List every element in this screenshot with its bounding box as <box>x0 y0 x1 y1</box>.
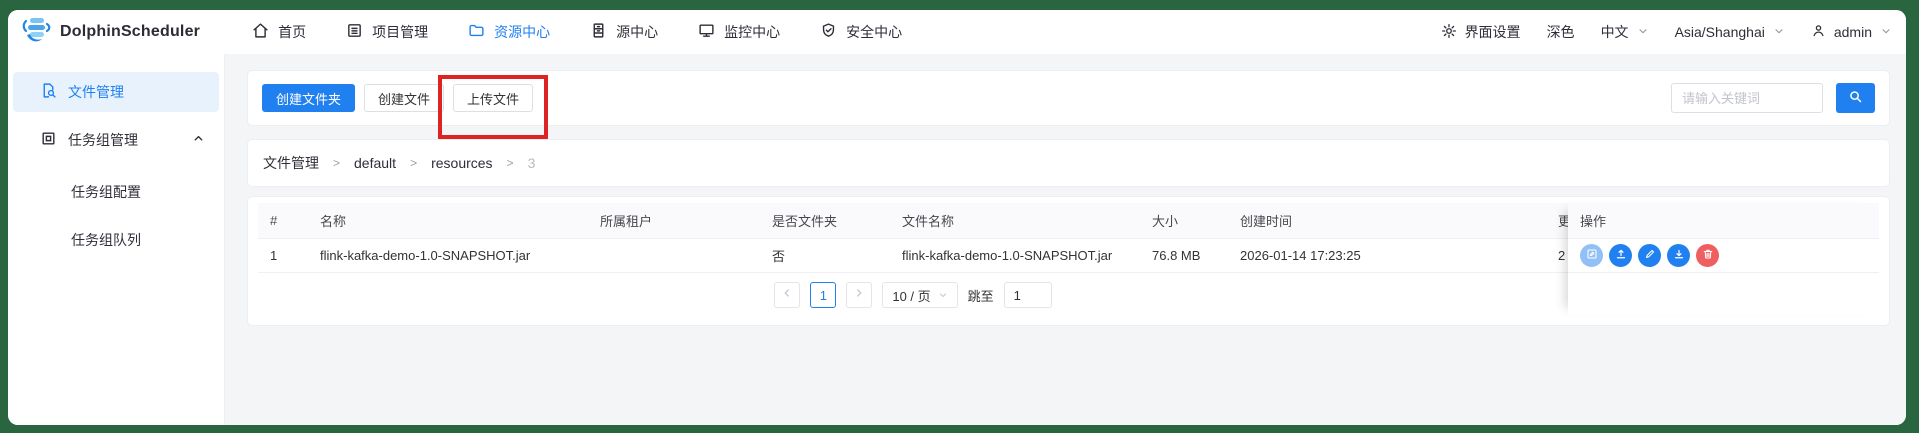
trash-icon <box>1702 248 1714 263</box>
breadcrumb-item-resources[interactable]: resources <box>431 155 492 171</box>
cell-is-folder: 否 <box>772 249 786 264</box>
ui-settings-button[interactable]: 界面设置 <box>1441 22 1521 42</box>
file-table-card: # 名称 所属租户 是否文件夹 文件名称 大小 创建时间 更 1 flink-k… <box>247 196 1890 326</box>
jump-to-input[interactable] <box>1003 282 1052 308</box>
table-row[interactable]: 1 flink-kafka-demo-1.0-SNAPSHOT.jar 否 fl… <box>258 239 1568 273</box>
cell-update-time-clipped: 2 <box>1558 248 1566 263</box>
pagination: 1 10 / 页 跳至 1 <box>258 275 1568 315</box>
col-header-name: 名称 <box>320 214 347 229</box>
nav-item-project[interactable]: 项目管理 <box>346 22 428 42</box>
cell-index: 1 <box>270 248 278 263</box>
brand[interactable]: DolphinScheduler <box>22 15 200 50</box>
delete-file-button[interactable] <box>1696 244 1719 267</box>
nav-right: 界面设置 深色 中文 Asia/Shanghai admin <box>1441 22 1892 42</box>
brand-name: DolphinScheduler <box>60 23 201 40</box>
content-area: 创建文件夹 创建文件 上传文件 请输入关键词 文件管理 > default > … <box>225 54 1906 425</box>
upload-icon <box>1615 248 1627 263</box>
sidebar-item-task-group-queue[interactable]: 任务组队列 <box>8 216 224 264</box>
nav-item-security[interactable]: 安全中心 <box>820 22 902 42</box>
gear-icon <box>1441 23 1457 42</box>
create-folder-button[interactable]: 创建文件夹 <box>262 84 356 112</box>
project-icon <box>346 22 363 42</box>
nav-item-datasource[interactable]: 源中心 <box>590 22 658 42</box>
reupload-file-button[interactable] <box>1609 244 1632 267</box>
breadcrumb-item-default[interactable]: default <box>354 155 396 171</box>
folder-icon <box>468 22 485 42</box>
shield-check-icon <box>820 22 837 42</box>
pencil-icon <box>1644 248 1656 263</box>
chevron-left-icon <box>781 286 793 304</box>
sidebar: 文件管理 任务组管理 任务组配置 任务组队列 <box>8 54 225 425</box>
nav-menu: 首页 项目管理 资源中心 源中心 监控中心 安全中心 <box>252 22 902 42</box>
toolbar-card: 创建文件夹 创建文件 上传文件 <box>247 70 1890 139</box>
col-header-update-time-clipped: 更 <box>1558 214 1568 229</box>
datasource-icon <box>590 22 607 42</box>
nav-item-resources[interactable]: 资源中心 <box>468 22 550 42</box>
breadcrumb-item-current: 3 <box>527 155 536 171</box>
chevron-up-icon <box>192 132 205 148</box>
breadcrumb-separator: > <box>333 156 341 170</box>
chevron-down-icon <box>1773 24 1785 40</box>
cell-size: 76.8 MB <box>1152 248 1201 263</box>
dolphinscheduler-logo-icon <box>22 15 52 50</box>
breadcrumb-item-root[interactable]: 文件管理 <box>263 153 319 173</box>
chevron-right-icon <box>853 286 865 304</box>
chevron-down-icon <box>938 288 948 303</box>
col-header-size: 大小 <box>1152 214 1179 229</box>
col-header-tenant: 所属租户 <box>600 214 653 229</box>
edit-file-button[interactable] <box>1580 244 1603 267</box>
user-dropdown[interactable]: admin <box>1811 23 1892 41</box>
nav-item-home[interactable]: 首页 <box>252 22 306 42</box>
cell-file-name: flink-kafka-demo-1.0-SNAPSHOT.jar <box>902 248 1113 263</box>
next-page-button[interactable] <box>846 282 873 308</box>
upload-file-button[interactable]: 上传文件 <box>453 84 534 112</box>
page-number-button[interactable]: 1 <box>810 282 837 308</box>
col-header-file-name: 文件名称 <box>902 214 955 229</box>
breadcrumb-separator: > <box>506 156 514 170</box>
col-header-index: # <box>270 213 278 228</box>
table-header-row: # 名称 所属租户 是否文件夹 文件名称 大小 创建时间 更 <box>258 203 1568 239</box>
nav-item-monitor[interactable]: 监控中心 <box>698 22 780 42</box>
cell-name: flink-kafka-demo-1.0-SNAPSHOT.jar <box>320 248 531 263</box>
operation-cell <box>1568 239 1879 273</box>
edit-square-icon <box>1586 248 1598 263</box>
chevron-down-icon <box>1637 24 1649 40</box>
search-icon <box>1848 89 1863 107</box>
sidebar-item-task-group-option[interactable]: 任务组配置 <box>8 168 224 216</box>
download-file-button[interactable] <box>1667 244 1690 267</box>
search-button[interactable] <box>1836 83 1875 113</box>
user-icon <box>1811 23 1826 41</box>
page-size-select[interactable]: 10 / 页 <box>882 282 958 308</box>
home-icon <box>252 22 269 42</box>
breadcrumb-separator: > <box>410 156 418 170</box>
file-search-icon <box>40 82 57 102</box>
app-window: DolphinScheduler 首页 项目管理 资源中心 源中心 监控中心 安… <box>8 10 1906 425</box>
sidebar-item-file-manage[interactable]: 文件管理 <box>13 72 219 112</box>
breadcrumb: 文件管理 > default > resources > 3 <box>247 139 1890 187</box>
prev-page-button[interactable] <box>774 282 801 308</box>
cell-create-time: 2026-01-14 17:23:25 <box>1240 248 1361 263</box>
operation-header: 操作 <box>1568 203 1879 239</box>
col-header-create-time: 创建时间 <box>1240 214 1293 229</box>
theme-toggle[interactable]: 深色 <box>1547 22 1575 42</box>
rename-file-button[interactable] <box>1638 244 1661 267</box>
task-group-icon <box>40 130 57 150</box>
jump-to-label: 跳至 <box>967 288 994 304</box>
timezone-dropdown[interactable]: Asia/Shanghai <box>1675 24 1785 40</box>
col-header-is-folder: 是否文件夹 <box>772 214 838 229</box>
chevron-down-icon <box>1880 24 1892 40</box>
language-dropdown[interactable]: 中文 <box>1601 22 1649 42</box>
top-navbar: DolphinScheduler 首页 项目管理 资源中心 源中心 监控中心 安… <box>8 10 1906 54</box>
download-icon <box>1673 248 1685 263</box>
search-input[interactable] <box>1671 83 1823 113</box>
sidebar-item-task-group-manage[interactable]: 任务组管理 <box>13 120 219 160</box>
monitor-icon <box>698 22 715 42</box>
file-table: # 名称 所属租户 是否文件夹 文件名称 大小 创建时间 更 1 flink-k… <box>258 203 1879 315</box>
create-file-button[interactable]: 创建文件 <box>364 84 445 112</box>
